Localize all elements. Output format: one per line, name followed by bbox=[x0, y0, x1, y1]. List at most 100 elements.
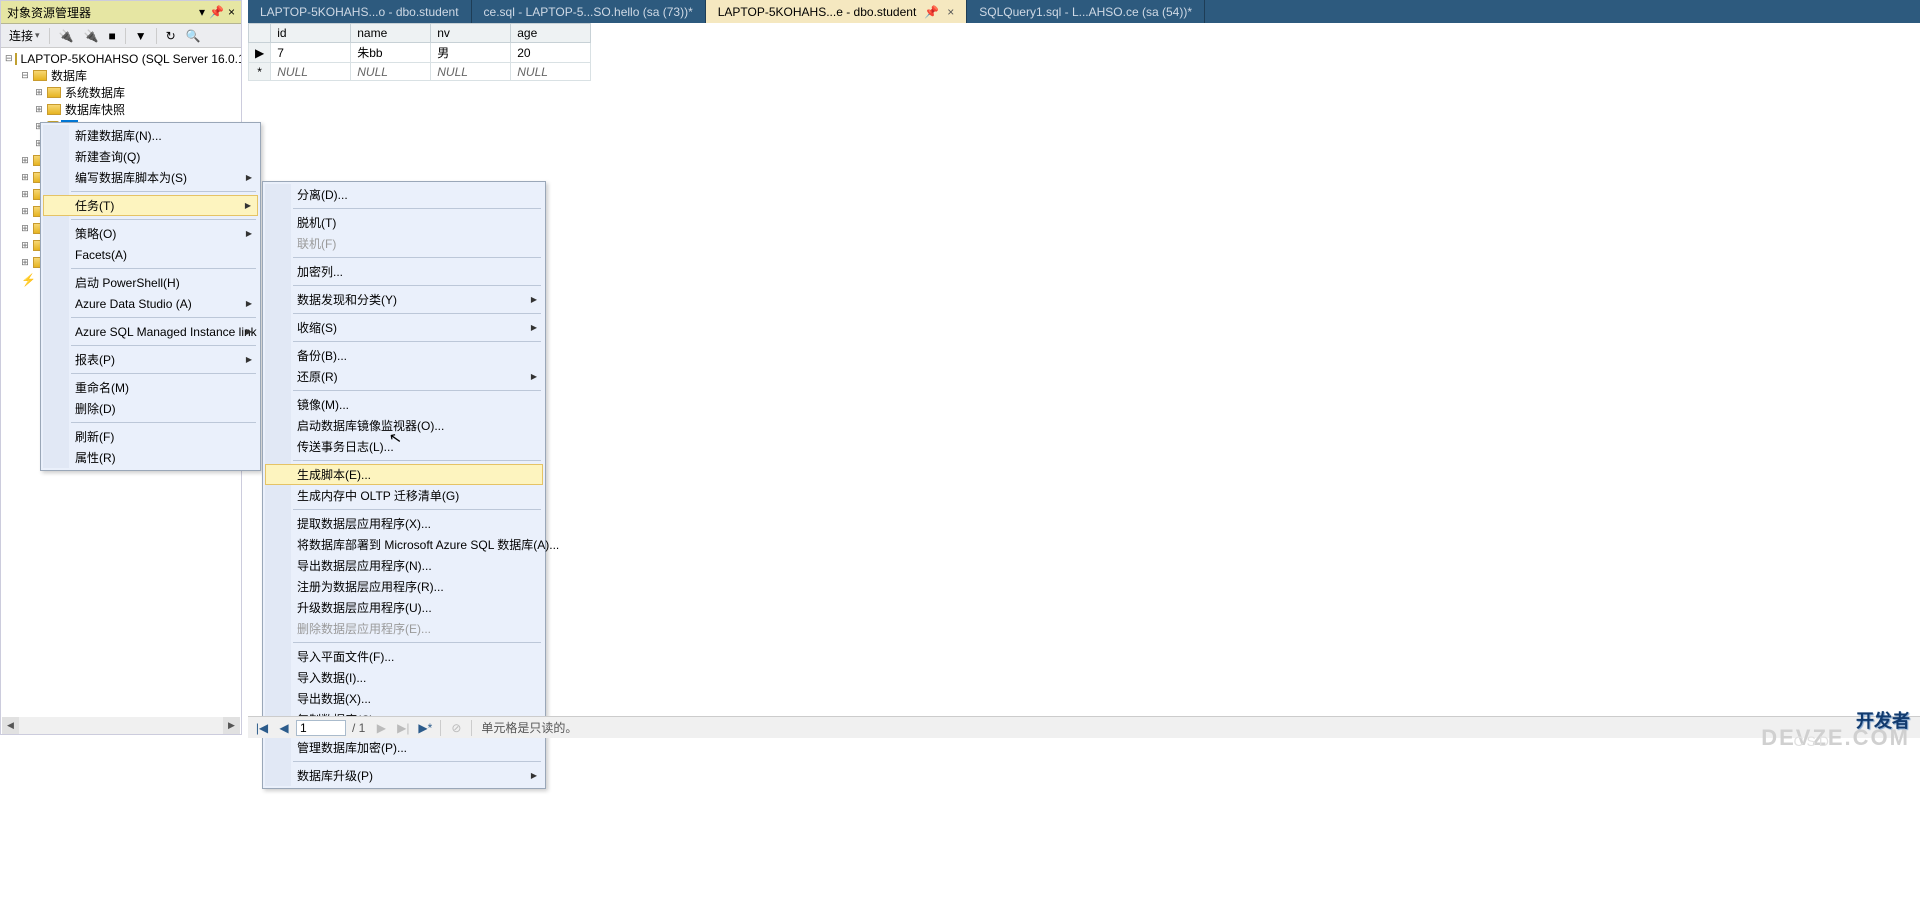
connect-icon[interactable]: 🔌 bbox=[55, 27, 78, 45]
menu-item[interactable]: 注册为数据层应用程序(R)... bbox=[265, 576, 543, 597]
dropdown-icon[interactable]: ▾ bbox=[199, 5, 205, 19]
menu-item[interactable]: 传送事务日志(L)... bbox=[265, 436, 543, 457]
menu-item[interactable]: Azure SQL Managed Instance link bbox=[43, 321, 258, 342]
tab-student-o[interactable]: LAPTOP-5KOHAHS...o - dbo.student bbox=[248, 0, 472, 23]
menu-item[interactable]: 加密列... bbox=[265, 261, 543, 282]
menu-item[interactable]: 还原(R) bbox=[265, 366, 543, 387]
menu-item[interactable]: 启动 PowerShell(H) bbox=[43, 272, 258, 293]
menu-item[interactable]: 报表(P) bbox=[43, 349, 258, 370]
first-record-icon[interactable]: |◀ bbox=[252, 719, 272, 737]
menu-item[interactable]: 数据库升级(P) bbox=[265, 765, 543, 786]
row-marker: * bbox=[249, 63, 271, 81]
menu-item[interactable]: 收缩(S) bbox=[265, 317, 543, 338]
menu-item[interactable]: Facets(A) bbox=[43, 244, 258, 265]
column-header[interactable]: nv bbox=[431, 24, 511, 43]
connect-button[interactable]: 连接 bbox=[5, 25, 44, 46]
cell[interactable]: 7 bbox=[271, 43, 351, 63]
menu-item[interactable]: 镜像(M)... bbox=[265, 394, 543, 415]
menu-item[interactable]: 生成内存中 OLTP 迁移清单(G) bbox=[265, 485, 543, 506]
expand-icon[interactable]: ⊞ bbox=[19, 172, 31, 183]
column-header[interactable]: name bbox=[351, 24, 431, 43]
menu-item[interactable]: 备份(B)... bbox=[265, 345, 543, 366]
system-databases[interactable]: ⊞ 系统数据库 bbox=[1, 84, 241, 101]
menu-item[interactable]: 升级数据层应用程序(U)... bbox=[265, 597, 543, 618]
menu-item[interactable]: 删除(D) bbox=[43, 398, 258, 419]
expand-icon[interactable]: ⊞ bbox=[19, 257, 31, 268]
close-icon[interactable]: × bbox=[947, 5, 954, 19]
folder-icon bbox=[47, 104, 61, 115]
menu-item[interactable]: 导出数据层应用程序(N)... bbox=[265, 555, 543, 576]
status-text: 单元格是只读的。 bbox=[477, 719, 581, 736]
menu-item: 删除数据层应用程序(E)... bbox=[265, 618, 543, 639]
cell[interactable]: NULL bbox=[271, 63, 351, 81]
scroll-right-icon[interactable]: ▶ bbox=[223, 717, 240, 734]
menu-item[interactable]: 新建查询(Q) bbox=[43, 146, 258, 167]
menu-item[interactable]: 启动数据库镜像监视器(O)... bbox=[265, 415, 543, 436]
menu-item[interactable]: 管理数据库加密(P)... bbox=[265, 737, 543, 758]
tab-student-e[interactable]: LAPTOP-5KOHAHS...e - dbo.student📌× bbox=[706, 0, 968, 23]
expand-icon[interactable]: ⊞ bbox=[19, 206, 31, 217]
search-icon[interactable]: 🔍 bbox=[182, 27, 205, 45]
menu-item[interactable]: 新建数据库(N)... bbox=[43, 125, 258, 146]
filter-icon[interactable]: ▼ bbox=[131, 27, 151, 45]
expand-icon[interactable]: ⊞ bbox=[19, 155, 31, 166]
new-record-icon[interactable]: ▶* bbox=[415, 719, 435, 737]
cell[interactable]: NULL bbox=[351, 63, 431, 81]
pin-icon[interactable]: 📌 bbox=[924, 5, 939, 19]
menu-item[interactable]: 属性(R) bbox=[43, 447, 258, 468]
menu-item[interactable]: 任务(T) bbox=[43, 195, 258, 216]
close-icon[interactable]: × bbox=[228, 5, 235, 19]
expand-icon[interactable]: ⊞ bbox=[19, 240, 31, 251]
disconnect-icon[interactable]: 🔌 bbox=[80, 27, 103, 45]
data-table[interactable]: id name nv age ▶ 7 朱bb 男 20 * NULL NULL … bbox=[248, 23, 591, 81]
last-record-icon[interactable]: ▶| bbox=[393, 719, 413, 737]
refresh-icon[interactable]: ↻ bbox=[162, 27, 180, 45]
expand-icon[interactable]: ⊟ bbox=[5, 53, 13, 64]
menu-item[interactable]: 数据发现和分类(Y) bbox=[265, 289, 543, 310]
menu-item[interactable]: Azure Data Studio (A) bbox=[43, 293, 258, 314]
cell[interactable]: 男 bbox=[431, 43, 511, 63]
column-header[interactable]: id bbox=[271, 24, 351, 43]
menu-item[interactable]: 将数据库部署到 Microsoft Azure SQL 数据库(A)... bbox=[265, 534, 543, 555]
record-number-input[interactable] bbox=[296, 720, 346, 736]
stop-icon[interactable]: ■ bbox=[104, 27, 119, 45]
cell[interactable]: NULL bbox=[511, 63, 591, 81]
databases-folder[interactable]: ⊟ 数据库 bbox=[1, 67, 241, 84]
cancel-icon[interactable]: ⊘ bbox=[446, 719, 466, 737]
next-record-icon[interactable]: ▶ bbox=[371, 719, 391, 737]
tab-ce-sql[interactable]: ce.sql - LAPTOP-5...SO.hello (sa (73))* bbox=[472, 0, 706, 23]
menu-item[interactable]: 提取数据层应用程序(X)... bbox=[265, 513, 543, 534]
horizontal-scrollbar[interactable]: ◀ ▶ bbox=[2, 717, 240, 734]
tab-sqlquery1[interactable]: SQLQuery1.sql - L...AHSO.ce (sa (54))* bbox=[967, 0, 1205, 23]
document-tabs: LAPTOP-5KOHAHS...o - dbo.student ce.sql … bbox=[248, 0, 1920, 23]
menu-item: 联机(F) bbox=[265, 233, 543, 254]
table-row-new[interactable]: * NULL NULL NULL NULL bbox=[249, 63, 591, 81]
menu-item[interactable]: 生成脚本(E)... bbox=[265, 464, 543, 485]
expand-icon[interactable]: ⊞ bbox=[33, 87, 45, 98]
expand-icon[interactable]: ⊞ bbox=[33, 104, 45, 115]
menu-item[interactable]: 导出数据(X)... bbox=[265, 688, 543, 709]
cell[interactable]: 20 bbox=[511, 43, 591, 63]
server-node[interactable]: ⊟ LAPTOP-5KOHAHSO (SQL Server 16.0.1000.… bbox=[1, 50, 241, 67]
cell[interactable]: 朱bb bbox=[351, 43, 431, 63]
column-header[interactable]: age bbox=[511, 24, 591, 43]
expand-icon[interactable]: ⊟ bbox=[19, 70, 31, 81]
menu-item[interactable]: 刷新(F) bbox=[43, 426, 258, 447]
tab-label: LAPTOP-5KOHAHS...o - dbo.student bbox=[260, 5, 459, 19]
scroll-left-icon[interactable]: ◀ bbox=[2, 717, 19, 734]
menu-item[interactable]: 策略(O) bbox=[43, 223, 258, 244]
expand-icon[interactable]: ⊞ bbox=[19, 223, 31, 234]
table-row[interactable]: ▶ 7 朱bb 男 20 bbox=[249, 43, 591, 63]
menu-item[interactable]: 脱机(T) bbox=[265, 212, 543, 233]
menu-item[interactable]: 编写数据库脚本为(S) bbox=[43, 167, 258, 188]
menu-item[interactable]: 重命名(M) bbox=[43, 377, 258, 398]
folder-icon bbox=[33, 70, 47, 81]
menu-item[interactable]: 导入数据(I)... bbox=[265, 667, 543, 688]
prev-record-icon[interactable]: ◀ bbox=[274, 719, 294, 737]
menu-item[interactable]: 导入平面文件(F)... bbox=[265, 646, 543, 667]
expand-icon[interactable]: ⊞ bbox=[19, 189, 31, 200]
database-snapshots[interactable]: ⊞ 数据库快照 bbox=[1, 101, 241, 118]
cell[interactable]: NULL bbox=[431, 63, 511, 81]
menu-item[interactable]: 分离(D)... bbox=[265, 184, 543, 205]
pin-icon[interactable]: 📌 bbox=[209, 5, 224, 19]
